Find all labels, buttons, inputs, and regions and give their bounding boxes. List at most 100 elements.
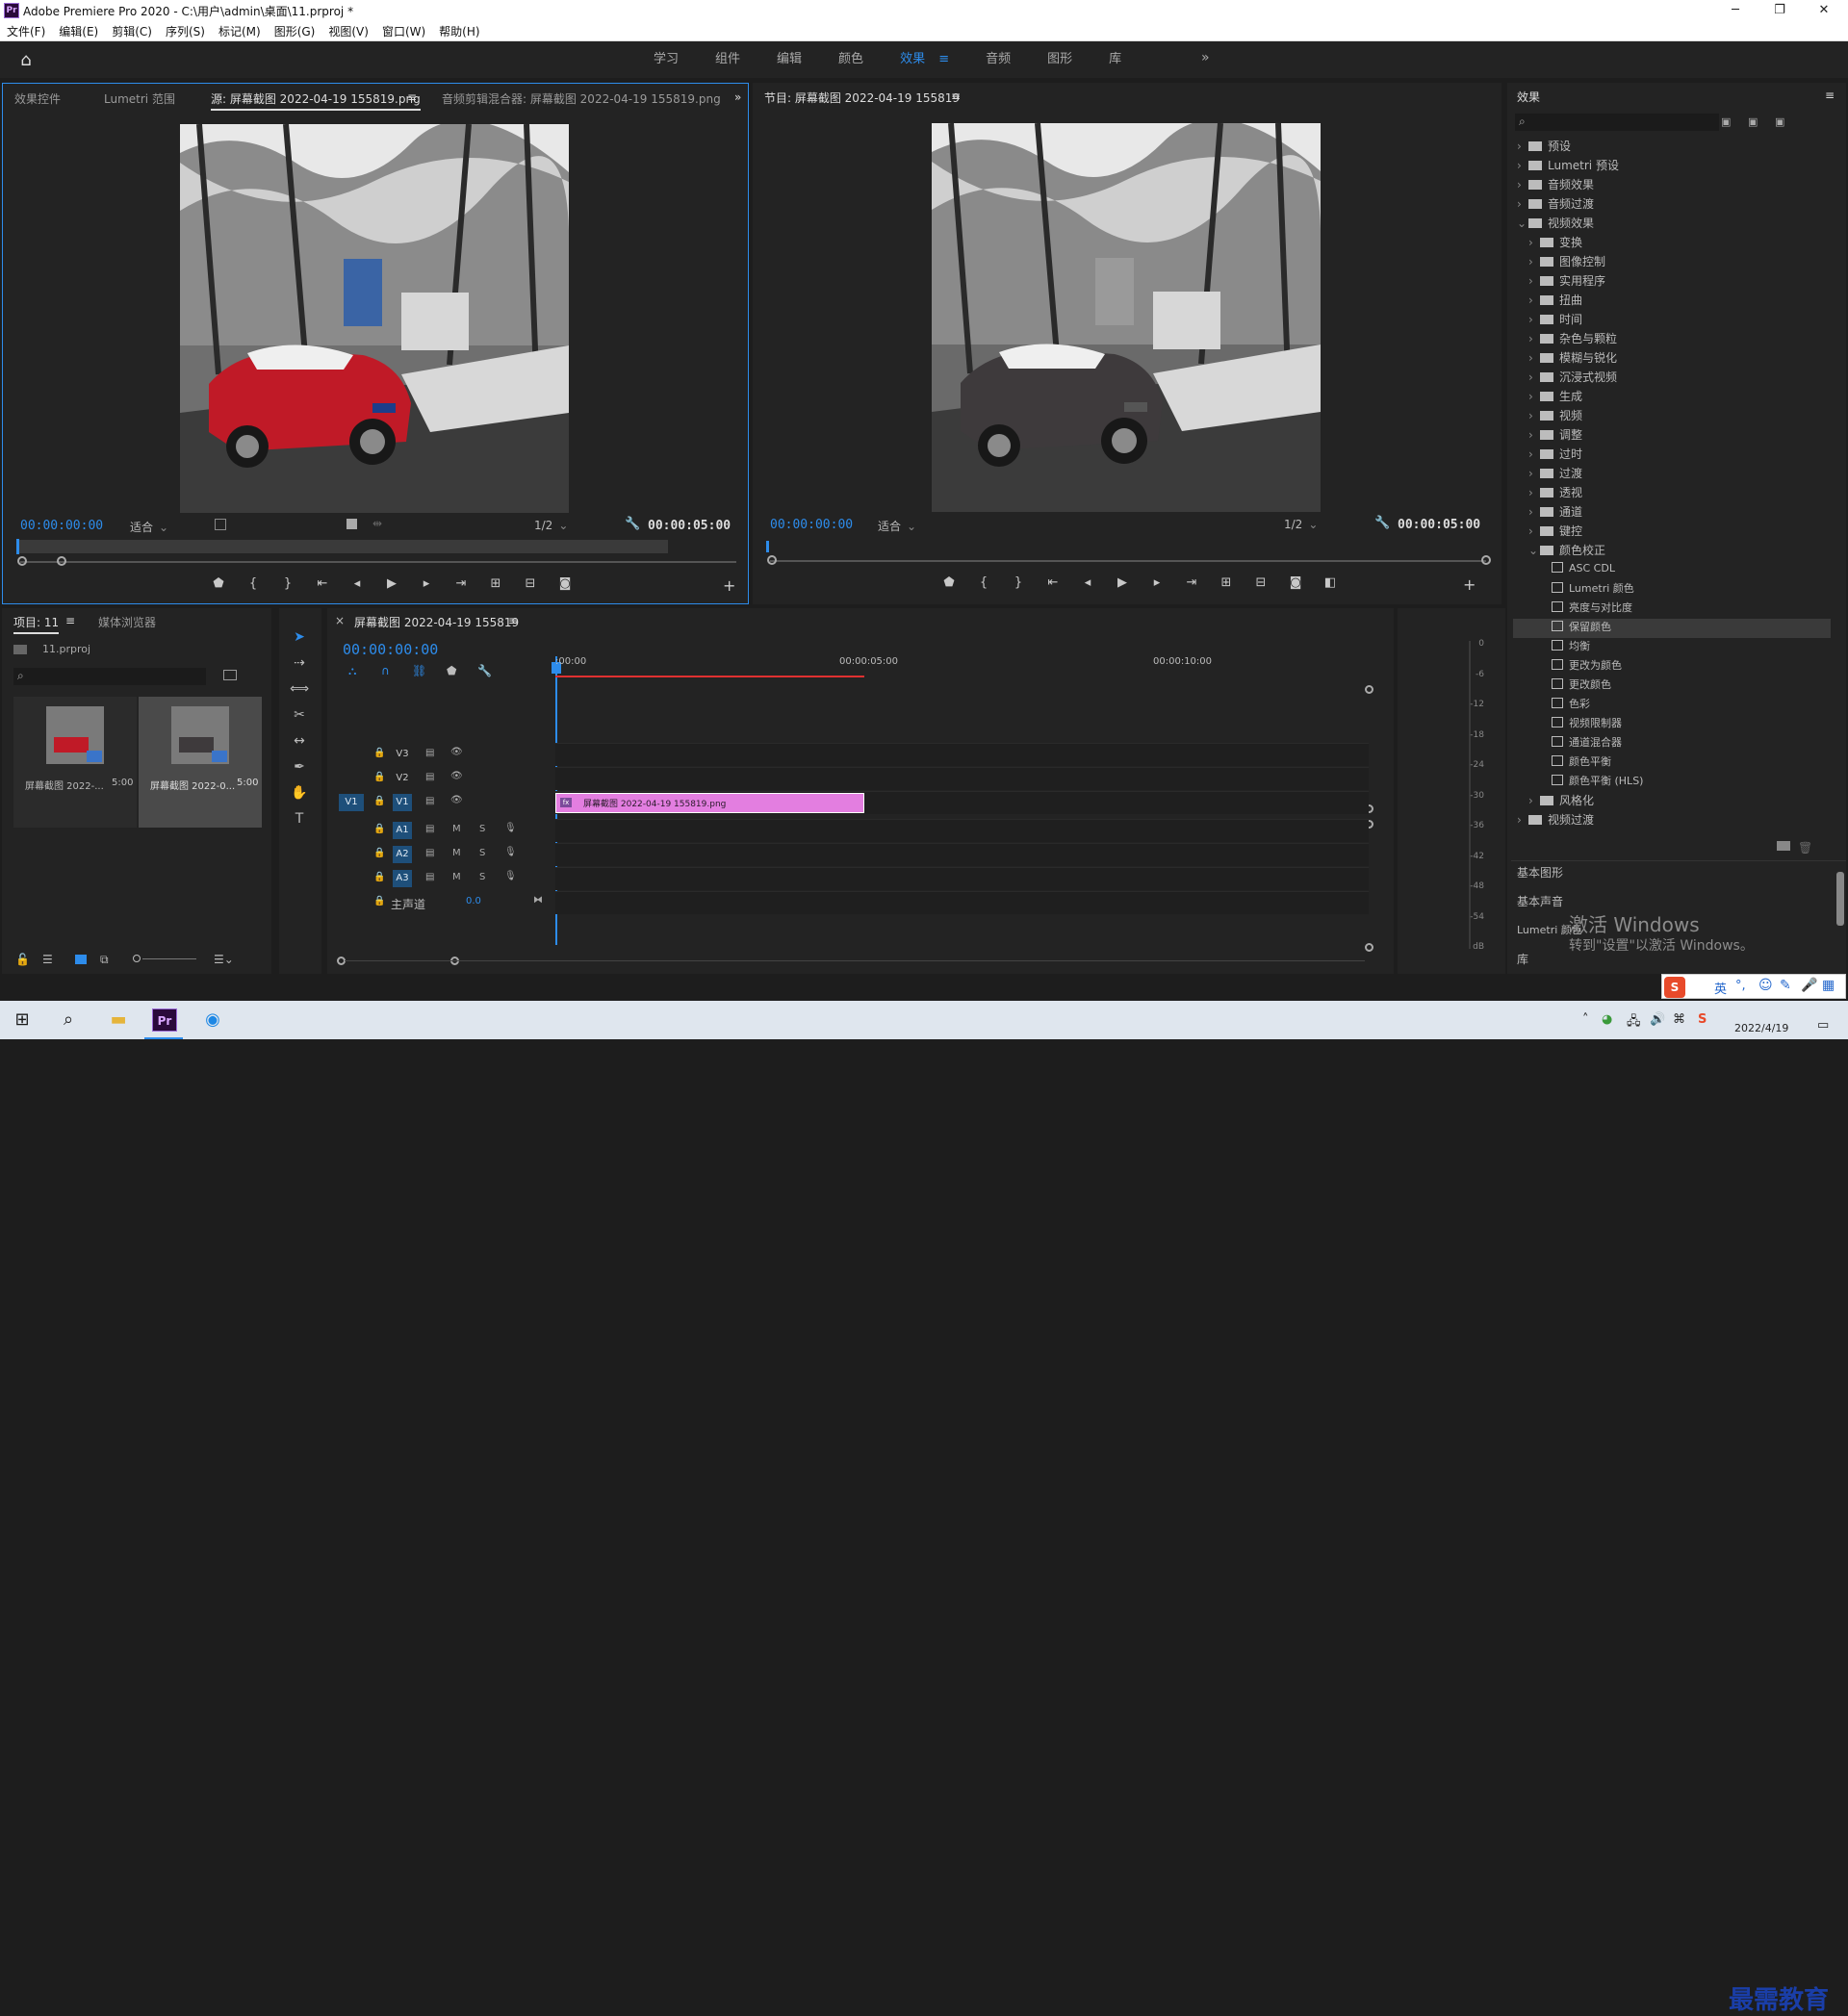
ripple-edit-tool-icon[interactable]: ⟺ [289,678,310,700]
effects-folder[interactable]: › 模糊与锐化 [1513,349,1831,369]
tray-app-icon[interactable]: ◕ [1602,1012,1612,1027]
chevron-right-icon[interactable]: › [1528,524,1540,538]
project-item-2[interactable]: 屏幕截图 2022-0... 5:00 [139,697,262,828]
effects-folder[interactable]: › 实用程序 [1513,272,1831,292]
source-playhead[interactable] [16,539,19,554]
chevron-right-icon[interactable]: › [1517,140,1528,153]
volume-icon[interactable]: 🔊 [1650,1012,1665,1027]
effect-item[interactable]: 亮度与对比度 [1513,600,1831,619]
sync-lock-icon[interactable]: ▤ [425,748,434,758]
effect-item[interactable]: ASC CDL [1513,561,1831,580]
track-v3-area[interactable] [555,743,1369,766]
tray-overflow-icon[interactable]: ˄ [1582,1012,1589,1027]
effects-folder[interactable]: › Lumetri 预设 [1513,157,1831,176]
ime-language-toggle[interactable]: 英 [1714,979,1727,997]
menu-graphics[interactable]: 图形(G) [268,21,322,41]
effects-folder[interactable]: › 键控 [1513,523,1831,542]
slip-tool-icon[interactable]: ↔ [289,730,310,752]
workspace-menu-icon[interactable]: ≡ [938,52,949,66]
effect-item[interactable]: 色彩 [1513,696,1831,715]
track-a1-area[interactable] [555,819,1369,842]
chevron-right-icon[interactable]: › [1517,813,1528,827]
drag-video-icon[interactable] [346,519,357,529]
comparison-view-icon[interactable]: ◧ [1313,575,1348,590]
effect-item[interactable]: 颜色平衡 [1513,753,1831,773]
hand-tool-icon[interactable]: ✋ [289,782,310,804]
effects-folder[interactable]: › 生成 [1513,388,1831,407]
track-label-v2[interactable]: V2 [393,770,412,787]
effects-scrollbar[interactable] [1836,872,1844,926]
thumbnail-zoom-slider[interactable] [142,958,196,959]
tab-project[interactable]: 项目: 11 [13,614,60,634]
source-zoom-handle-left[interactable] [17,556,27,566]
selection-tool-icon[interactable]: ➤ [289,626,310,648]
track-select-tool-icon[interactable]: ⇢ [289,652,310,674]
effects-folder[interactable]: › 时间 [1513,311,1831,330]
effect-item[interactable]: 更改颜色 [1513,676,1831,696]
program-play-icon[interactable]: ▶ [1105,575,1140,590]
go-to-in-icon[interactable]: ⇤ [305,576,340,591]
go-to-out-icon[interactable]: ⇥ [444,576,478,591]
workspace-tab-color[interactable]: 颜色 [820,41,882,78]
effects-panel-menu-icon[interactable]: ≡ [1825,89,1835,102]
track-label-v3[interactable]: V3 [393,746,412,763]
effects-folder[interactable]: › 过时 [1513,446,1831,465]
track-master-area[interactable] [555,891,1369,914]
effects-folder[interactable]: › 调整 [1513,426,1831,446]
voice-over-mic-icon[interactable]: 🎙 [504,823,517,833]
workspace-tab-libraries[interactable]: 库 [1091,41,1140,78]
master-volume-value[interactable]: 0.0 [466,896,481,906]
more-workspaces-icon[interactable]: » [1201,50,1210,65]
chevron-right-icon[interactable]: › [1528,428,1540,442]
sogou-tray-icon[interactable]: S [1698,1012,1707,1027]
effects-folder[interactable]: › 沉浸式视频 [1513,369,1831,388]
menu-sequence[interactable]: 序列(S) [159,21,212,41]
accelerated-effects-icon[interactable]: ▣ [1721,115,1731,128]
solo-button[interactable]: S [479,848,485,858]
edge-browser-icon[interactable]: ◉ [200,1008,225,1032]
safe-margins-icon[interactable] [215,519,226,530]
mute-button[interactable]: M [452,848,461,858]
effects-folder[interactable]: › 通道 [1513,503,1831,523]
program-step-forward-icon[interactable]: ▸ [1140,575,1174,590]
timeline-clip[interactable]: fx 屏幕截图 2022-04-19 155819.png [555,793,864,813]
menu-marker[interactable]: 标记(M) [212,21,268,41]
network-icon[interactable]: 🖧 [1627,1012,1641,1034]
add-marker-icon[interactable]: ⬟ [201,576,236,591]
solo-button[interactable]: S [479,824,485,834]
32bit-effects-icon[interactable]: ▣ [1748,115,1758,128]
chevron-right-icon[interactable]: › [1528,390,1540,403]
close-button[interactable]: ✕ [1802,0,1846,21]
track-label-v1[interactable]: V1 [393,794,412,811]
effects-folder[interactable]: › 图像控制 [1513,253,1831,272]
chevron-right-icon[interactable]: › [1528,274,1540,288]
program-scrub-track[interactable] [770,560,1486,562]
section-essential-sound[interactable]: 基本声音 [1517,893,1563,909]
timeline-timecode[interactable]: 00:00:00:00 [343,641,438,658]
drag-audio-icon[interactable]: ⇹ [372,517,382,530]
play-icon[interactable]: ▶ [374,576,409,591]
mute-button[interactable]: M [452,872,461,882]
source-tab-menu-icon[interactable]: ≡ [407,90,417,104]
program-zoom-handle-right[interactable] [1481,555,1491,565]
effects-folder[interactable]: › 扭曲 [1513,292,1831,311]
tab-audio-clip-mixer[interactable]: 音频剪辑混合器: 屏幕截图 2022-04-19 155819.png [442,90,721,107]
effect-item[interactable]: Lumetri 颜色 [1513,580,1831,600]
project-item-1[interactable]: 屏幕截图 2022-... 5:00 [13,697,137,828]
thumbnail-zoom-handle[interactable] [133,955,141,962]
tab-media-browser[interactable]: 媒体浏览器 [98,614,156,630]
menu-help[interactable]: 帮助(H) [432,21,486,41]
workspace-tab-audio[interactable]: 音频 [967,41,1029,78]
sync-lock-icon[interactable]: ▤ [425,772,434,782]
effects-new-bin-icon[interactable] [1777,841,1790,851]
track-lock-icon[interactable]: 🔒 [373,748,385,758]
effects-folder[interactable]: ⌄ 视频效果 [1513,215,1831,234]
source-add-button-icon[interactable]: + [723,576,735,595]
source-resolution-select[interactable]: 1/2 [534,519,602,532]
program-step-back-icon[interactable]: ◂ [1070,575,1105,590]
source-zoom-handle-right[interactable] [57,556,66,566]
solo-button[interactable]: S [479,872,485,882]
workspace-tab-effects[interactable]: 效果 ≡ [882,41,967,78]
track-lock-icon[interactable]: 🔒 [373,824,385,834]
program-resolution-select[interactable]: 1/2 [1284,518,1351,531]
